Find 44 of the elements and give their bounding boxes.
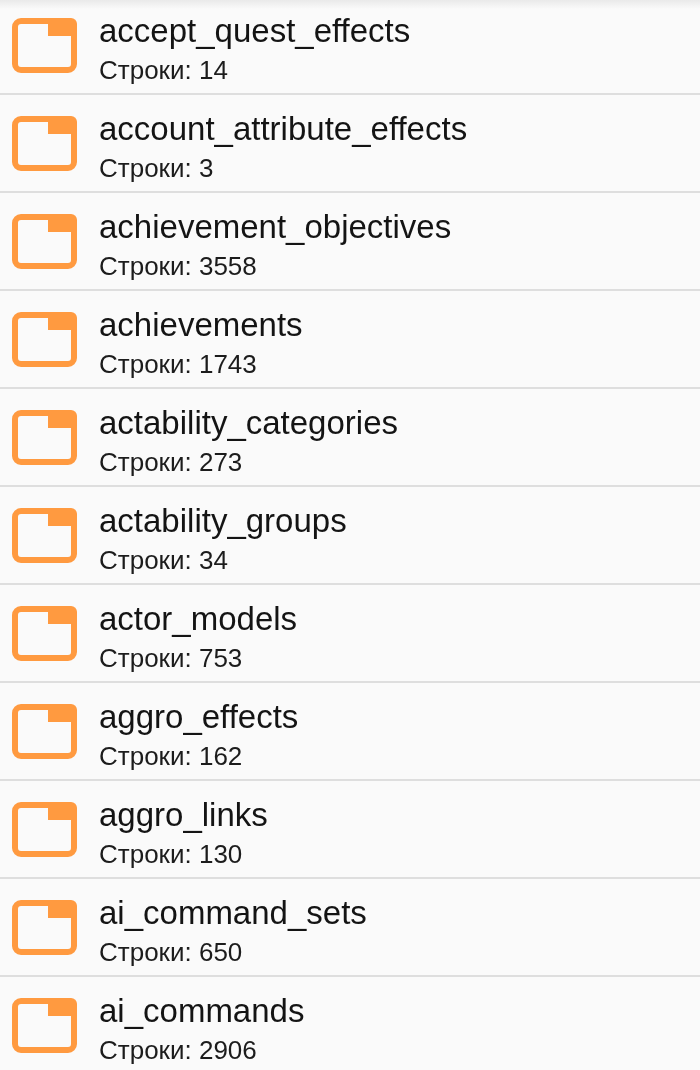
row-count: Строки: 1743 bbox=[99, 349, 257, 379]
list-item[interactable]: aggro_links Строки: 130 bbox=[0, 781, 700, 879]
list-item[interactable]: actability_categories Строки: 273 bbox=[0, 389, 700, 487]
folder-icon bbox=[12, 605, 77, 661]
row-count: Строки: 130 bbox=[99, 839, 243, 869]
list-item[interactable]: actability_groups Строки: 34 bbox=[0, 487, 700, 585]
table-name: achievement_objectives bbox=[99, 207, 452, 247]
list-item[interactable]: account_attribute_effects Строки: 3 bbox=[0, 95, 700, 193]
folder-icon bbox=[12, 409, 77, 465]
folder-icon bbox=[12, 507, 77, 563]
row-count: Строки: 162 bbox=[99, 741, 243, 771]
table-name: aggro_effects bbox=[99, 697, 299, 737]
row-count: Строки: 650 bbox=[99, 937, 243, 967]
row-count: Строки: 14 bbox=[99, 55, 228, 85]
folder-icon bbox=[12, 17, 77, 73]
table-name: account_attribute_effects bbox=[99, 109, 468, 149]
folder-icon bbox=[12, 801, 77, 857]
row-count: Строки: 753 bbox=[99, 643, 243, 673]
folder-icon bbox=[12, 311, 77, 367]
list-item[interactable]: ai_command_sets Строки: 650 bbox=[0, 879, 700, 977]
list-item[interactable]: achievement_objectives Строки: 3558 bbox=[0, 193, 700, 291]
table-name: aggro_links bbox=[99, 795, 268, 835]
folder-icon bbox=[12, 213, 77, 269]
table-name: actability_groups bbox=[99, 501, 347, 541]
list-item[interactable]: achievements Строки: 1743 bbox=[0, 291, 700, 389]
list-item[interactable]: accept_quest_effects Строки: 14 bbox=[0, 0, 700, 95]
table-name: ai_command_sets bbox=[99, 893, 367, 933]
row-count: Строки: 2906 bbox=[99, 1035, 257, 1065]
folder-icon bbox=[12, 899, 77, 955]
row-count: Строки: 34 bbox=[99, 545, 228, 575]
row-count: Строки: 3558 bbox=[99, 251, 257, 281]
table-name: actor_models bbox=[99, 599, 298, 639]
table-name: accept_quest_effects bbox=[99, 11, 411, 51]
row-count: Строки: 3 bbox=[99, 153, 214, 183]
list-item[interactable]: ai_commands Строки: 2906 bbox=[0, 977, 700, 1070]
list-item[interactable]: actor_models Строки: 753 bbox=[0, 585, 700, 683]
folder-icon bbox=[12, 703, 77, 759]
list-item[interactable]: aggro_effects Строки: 162 bbox=[0, 683, 700, 781]
table-name: actability_categories bbox=[99, 403, 398, 443]
table-name: achievements bbox=[99, 305, 303, 345]
table-name: ai_commands bbox=[99, 991, 305, 1031]
row-count: Строки: 273 bbox=[99, 447, 243, 477]
folder-icon bbox=[12, 997, 77, 1053]
folder-icon bbox=[12, 115, 77, 171]
